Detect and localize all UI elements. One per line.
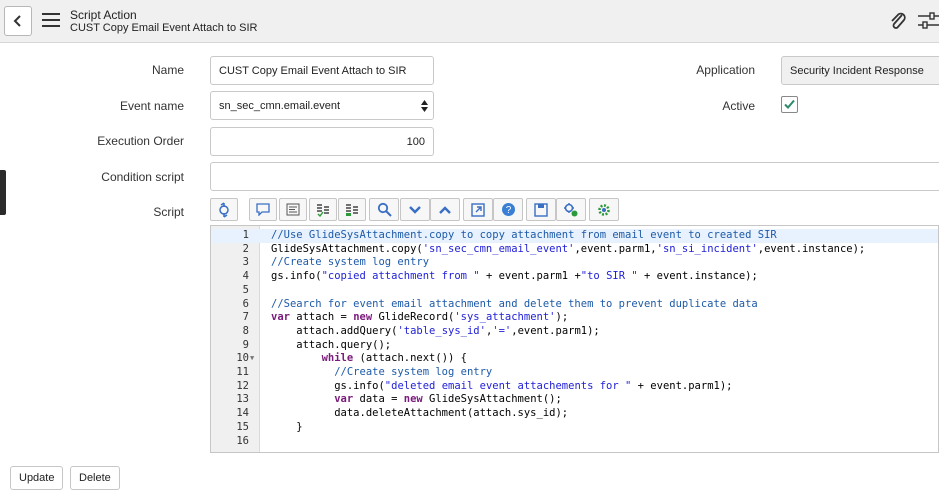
sliders-icon[interactable] bbox=[918, 12, 939, 30]
active-checkbox[interactable] bbox=[781, 96, 798, 113]
fullscreen-button[interactable] bbox=[463, 198, 493, 221]
code-line[interactable]: 8 attach.addQuery('table_sys_id','=',eve… bbox=[211, 325, 938, 339]
search-button[interactable] bbox=[369, 198, 399, 221]
toggle-comment-button[interactable] bbox=[309, 198, 337, 221]
menu-icon[interactable] bbox=[42, 13, 60, 27]
gear-icon bbox=[598, 203, 610, 216]
help-icon: ? bbox=[501, 203, 515, 216]
code-line[interactable]: 7 var attach = new GlideRecord('sys_attac… bbox=[211, 311, 938, 325]
chevron-up-icon bbox=[439, 205, 451, 214]
delete-button[interactable]: Delete bbox=[70, 466, 120, 490]
event-name-value: sn_sec_cmn.email.event bbox=[219, 99, 341, 112]
code-line[interactable]: 13 var data = new GlideSysAttachment(); bbox=[211, 393, 938, 407]
save-icon bbox=[534, 202, 548, 217]
side-panel-handle[interactable] bbox=[0, 170, 6, 215]
script-editor[interactable]: 1//Use GlideSysAttachment.copy to copy a… bbox=[210, 225, 939, 453]
sync-icon bbox=[219, 201, 229, 218]
paperclip-icon[interactable] bbox=[889, 11, 907, 31]
form-title: Script Action bbox=[70, 8, 137, 22]
code-line[interactable]: 5 bbox=[211, 284, 938, 298]
application-label: Application bbox=[696, 63, 755, 77]
condition-script-input[interactable] bbox=[210, 162, 939, 191]
active-label: Active bbox=[722, 99, 755, 113]
expand-button[interactable] bbox=[430, 198, 460, 221]
code-line[interactable]: 15 } bbox=[211, 421, 938, 435]
script-label: Script bbox=[153, 205, 184, 219]
collapse-button[interactable] bbox=[400, 198, 430, 221]
replace-icon bbox=[346, 203, 358, 216]
code-line[interactable]: 4 gs.info("copied attachment from " + eve… bbox=[211, 270, 938, 284]
help-button[interactable]: ? bbox=[493, 198, 523, 221]
search-icon bbox=[377, 202, 392, 217]
external-link-icon bbox=[471, 202, 485, 217]
toggle-comment-icon bbox=[317, 203, 329, 217]
code-line[interactable]: 16 bbox=[211, 435, 938, 449]
checkmark-icon bbox=[784, 99, 795, 109]
code-line[interactable]: 9 attach.query(); bbox=[211, 339, 938, 353]
script-debug-icon bbox=[564, 202, 578, 216]
sync-button[interactable] bbox=[210, 198, 238, 221]
settings-gear-button[interactable] bbox=[589, 198, 619, 221]
back-button[interactable] bbox=[4, 6, 32, 36]
name-input[interactable]: CUST Copy Email Event Attach to SIR bbox=[210, 56, 434, 85]
replace-button[interactable] bbox=[338, 198, 366, 221]
code-line[interactable]: 3//Create system log entry bbox=[211, 256, 938, 270]
code-line[interactable]: 11 //Create system log entry bbox=[211, 366, 938, 380]
save-script-button[interactable] bbox=[526, 198, 556, 221]
update-button[interactable]: Update bbox=[10, 466, 64, 490]
comment-button[interactable] bbox=[249, 198, 277, 221]
name-label: Name bbox=[151, 63, 184, 77]
svg-text:?: ? bbox=[505, 205, 511, 216]
fold-arrow-icon[interactable]: ▼ bbox=[250, 352, 254, 366]
code-line[interactable]: 10 ▼ while (attach.next()) { bbox=[211, 352, 938, 366]
condition-script-label: Condition script bbox=[101, 170, 184, 184]
application-field: Security Incident Response bbox=[781, 56, 939, 85]
format-code-icon bbox=[286, 203, 300, 216]
format-button[interactable] bbox=[279, 198, 307, 221]
code-line[interactable]: 1//Use GlideSysAttachment.copy to copy a… bbox=[211, 229, 938, 243]
event-name-select[interactable]: sn_sec_cmn.email.event bbox=[210, 91, 434, 120]
record-name: CUST Copy Email Event Attach to SIR bbox=[70, 22, 258, 34]
code-line[interactable]: 2 GlideSysAttachment.copy('sn_sec_cmn_ema… bbox=[211, 243, 938, 257]
comment-icon bbox=[256, 203, 270, 216]
execution-order-label: Execution Order bbox=[97, 134, 184, 148]
code-line[interactable]: 12 gs.info("deleted email event attachem… bbox=[211, 380, 938, 394]
chevron-down-icon bbox=[409, 205, 421, 214]
debug-button[interactable] bbox=[556, 198, 586, 221]
select-arrows-icon bbox=[421, 100, 428, 112]
form-header: Script Action CUST Copy Email Event Atta… bbox=[0, 0, 939, 43]
code-line[interactable]: 6//Search for event email attachment and… bbox=[211, 298, 938, 312]
event-name-label: Event name bbox=[119, 99, 184, 113]
execution-order-input[interactable]: 100 bbox=[210, 127, 434, 156]
code-line[interactable]: 14 data.deleteAttachment(attach.sys_id); bbox=[211, 407, 938, 421]
chevron-left-icon bbox=[13, 15, 21, 27]
